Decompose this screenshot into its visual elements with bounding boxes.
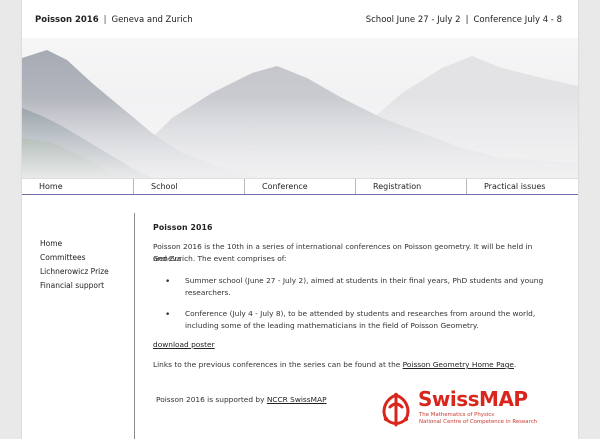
swissmap-tagline-1: The Mathematics of Physics — [419, 412, 495, 418]
conference-dates: Conference July 4 - 8 — [473, 15, 562, 25]
sidebar: Home Committees Lichnerowicz Prize Finan… — [22, 213, 135, 439]
sidebar-item-lichnerowicz-prize[interactable]: Lichnerowicz Prize — [40, 267, 109, 276]
bullet-conference-line-2: including some of the leading mathematic… — [185, 321, 479, 330]
main-navigation: Home School Conference Registration Prac… — [22, 178, 578, 195]
supported-prefix: Poisson 2016 is supported by — [156, 395, 267, 404]
page-title: Poisson 2016 — [153, 223, 213, 232]
download-poster-link-row: download poster — [153, 339, 215, 351]
poisson-geometry-home-page-link[interactable]: Poisson Geometry Home Page — [403, 360, 514, 369]
swissmap-emblem-icon — [382, 392, 410, 427]
bullet-school-line-1: Summer school (June 27 - July 2), aimed … — [185, 276, 544, 285]
sidebar-item-home[interactable]: Home — [40, 239, 62, 248]
intro-line-2: and Zurich. The event comprises of: — [153, 254, 287, 263]
sidebar-item-financial-support[interactable]: Financial support — [40, 281, 104, 290]
site-title[interactable]: Poisson 2016 — [35, 15, 99, 25]
nav-school[interactable]: School — [133, 179, 244, 194]
nav-practical-issues[interactable]: Practical issues — [466, 179, 578, 194]
site-location: Geneva and Zurich — [111, 15, 193, 25]
nccr-swissmap-link[interactable]: NCCR SwissMAP — [267, 395, 327, 404]
links-suffix: . — [513, 360, 517, 369]
banner-image — [22, 38, 578, 178]
sidebar-item-committees[interactable]: Committees — [40, 253, 86, 262]
nav-registration[interactable]: Registration — [355, 179, 466, 194]
header: Poisson 2016 | Geneva and Zurich School Ju… — [22, 0, 578, 38]
header-separator: | — [103, 15, 107, 25]
supported-by: Poisson 2016 is supported by NCCR SwissM… — [156, 394, 327, 406]
links-paragraph: Links to the previous conferences in the… — [153, 359, 516, 371]
dates-separator: | — [465, 15, 469, 25]
links-prefix: Links to the previous conferences in the… — [153, 360, 403, 369]
bullet-conference-line-1: Conference (July 4 - July 8), to be atte… — [185, 309, 536, 318]
nav-home[interactable]: Home — [22, 179, 133, 194]
school-dates: School June 27 - July 2 — [365, 15, 461, 25]
page: Poisson 2016 | Geneva and Zurich School Ju… — [22, 0, 578, 439]
bullet-dot: • — [165, 310, 171, 320]
swissmap-wordmark: SwissMAP — [418, 387, 528, 411]
swissmap-tagline-2: National Centre of Competence in Researc… — [419, 419, 538, 425]
mountain-landscape-image — [22, 38, 578, 178]
site-brand: Poisson 2016 | Geneva and Zurich — [35, 15, 193, 25]
download-poster-link[interactable]: download poster — [153, 340, 215, 349]
bullet-school-line-2: researchers. — [185, 288, 231, 297]
swissmap-logo[interactable]: SwissMAP The Mathematics of Physics Nati… — [376, 387, 556, 432]
nav-conference[interactable]: Conference — [244, 179, 355, 194]
event-dates: School June 27 - July 2 | Conference July … — [366, 15, 562, 25]
bullet-dot: • — [165, 277, 171, 287]
